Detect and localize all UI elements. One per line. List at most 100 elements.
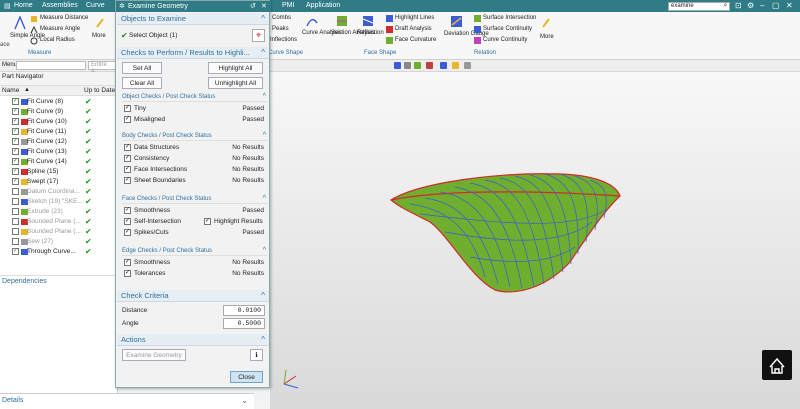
ribbon-face-curvature[interactable]: Face Curvature [395,37,436,43]
check-row[interactable]: ✓ Data Structures No Results [124,143,264,153]
visibility-checkbox[interactable] [12,208,19,215]
check-row[interactable]: ✓ Sheet Boundaries No Results [124,176,264,186]
navigator-row[interactable]: ✓ Fit Curve (12) ✔ [0,137,118,147]
navigator-row[interactable]: ✓ Fit Curve (14) ✔ [0,157,118,167]
toolbar-orient-icon[interactable] [440,62,447,69]
dependencies-pane[interactable]: Dependencies [0,275,118,287]
details-pane[interactable]: Details ⌄ [0,393,254,409]
check-checkbox[interactable]: ✓ [124,218,131,225]
home-view-button[interactable] [762,350,792,380]
check-checkbox[interactable]: ✓ [124,177,131,184]
check-checkbox[interactable]: ✓ [124,166,131,173]
help-icon[interactable]: ⊡ [735,1,742,10]
ribbon-deviation-gauge[interactable]: Deviation Gauge [444,31,489,37]
section-check-criteria[interactable]: Check Criteria ^ [117,290,269,302]
ribbon-surface-continuity[interactable]: Surface Continuity [483,26,532,32]
toolbar-display-icon[interactable] [426,62,433,69]
chevron-up-icon[interactable]: ^ [261,13,265,25]
check-row[interactable]: ✓ Tiny Passed [124,104,264,114]
chevron-up-icon[interactable]: ^ [261,334,265,346]
curve-analysis-icon[interactable] [306,15,318,27]
toolbar-render-icon[interactable] [414,62,421,69]
section-actions[interactable]: Actions ^ [117,334,269,346]
check-row[interactable]: ✓ Self-Intersection ✓ Highlight Results [124,217,264,227]
check-checkbox[interactable]: ✓ [124,270,131,277]
navigator-row[interactable]: ✓ Fit Curve (13) ✔ [0,147,118,157]
check-checkbox[interactable]: ✓ [124,229,131,236]
navigator-row[interactable]: Datum Coordina... ✔ [0,187,118,197]
ribbon-local-radius[interactable]: Local Radius [40,37,75,43]
toolbar-color-icon[interactable] [452,62,459,69]
check-checkbox[interactable]: ✓ [124,259,131,266]
check-checkbox[interactable]: ✓ [124,207,131,214]
sort-icon[interactable]: ▲ [24,87,30,93]
check-row[interactable]: ✓ Face Intersections No Results [124,165,264,175]
chevron-down-icon[interactable]: ⌄ [241,394,248,408]
ribbon-surface-intersection[interactable]: Surface Intersection [483,15,536,21]
navigator-row[interactable]: ✓ Fit Curve (10) ✔ [0,117,118,127]
column-name[interactable]: Name [2,87,19,94]
navigator-row[interactable]: ✓ Fit Curve (9) ✔ [0,107,118,117]
column-up-to-date[interactable]: Up to Date [84,87,115,94]
chevron-up-icon[interactable]: ^ [261,290,265,302]
ribbon-curve-continuity[interactable]: Curve Continuity [483,37,527,43]
section-analysis-icon[interactable] [336,15,348,27]
selection-filter-dropdown[interactable] [16,61,86,70]
visibility-checkbox[interactable]: ✓ [12,168,19,175]
ribbon-combs[interactable]: Combs [272,15,291,21]
check-row[interactable]: ✓ Smoothness No Results [124,258,264,268]
menu-item-home[interactable]: Home [14,2,33,9]
check-row[interactable]: ✓ Tolerances No Results [124,269,264,279]
ribbon-draft-analysis[interactable]: Draft Analysis [395,26,432,32]
face-checks-header[interactable]: Face Checks / Post Check Status ^ [122,194,267,204]
visibility-checkbox[interactable] [12,238,19,245]
scope-dropdown[interactable]: Entire A... [88,61,116,75]
crosshair-select-icon[interactable]: ⌖ [252,29,265,42]
search-icon[interactable]: ⌕ [721,2,730,11]
check-row[interactable]: ✓ Consistency No Results [124,154,264,164]
examine-geometry-button[interactable]: Examine Geometry [122,349,186,361]
navigator-row[interactable]: Sew (27) ✔ [0,237,118,247]
object-checks-header[interactable]: Object Checks / Post Check Status ^ [122,92,267,102]
body-checks-header[interactable]: Body Checks / Post Check Status ^ [122,131,267,141]
dialog-titlebar[interactable]: Examine Geometry ✲ ↺ ✕ [116,1,271,12]
ribbon-highlight-lines[interactable]: Highlight Lines [395,15,434,21]
select-object-row[interactable]: ✔ Select Object (1) ⌖ [121,29,266,44]
check-row[interactable]: ✓ Misaligned Passed [124,115,264,125]
more-relation-icon[interactable] [542,18,550,28]
menu-item-application[interactable]: Application [306,2,340,9]
menu-item-file-icon[interactable]: ▤ [4,2,11,10]
check-checkbox[interactable]: ✓ [124,116,131,123]
dialog-close-icon[interactable]: ✕ [261,1,267,12]
toolbar-view-icon[interactable] [394,62,401,69]
visibility-checkbox[interactable] [12,198,19,205]
minimize-icon[interactable]: – [760,1,764,10]
chevron-up-icon[interactable]: ^ [263,131,266,141]
visibility-checkbox[interactable]: ✓ [12,108,19,115]
set-all-button[interactable]: Set All [122,62,162,74]
restore-icon[interactable]: ▢ [772,1,780,10]
navigator-row[interactable]: ✓ Fit Curve (11) ✔ [0,127,118,137]
chevron-up-icon[interactable]: ^ [261,47,265,59]
more-icon[interactable] [96,18,104,28]
settings-icon[interactable]: ⚙ [747,1,754,10]
highlight-all-button[interactable]: Highlight All [208,62,263,74]
ribbon-measure-distance[interactable]: Measure Distance [40,15,88,21]
ribbon-peaks[interactable]: Peaks [272,26,289,32]
chevron-up-icon[interactable]: ^ [263,92,266,102]
ribbon-more-relation[interactable]: More [540,34,554,40]
chevron-up-icon[interactable]: ^ [263,194,266,204]
visibility-checkbox[interactable]: ✓ [12,138,19,145]
menu-dropdown[interactable]: Menu [2,62,17,68]
navigator-row[interactable]: Sketch (19) "SKE... ✔ [0,197,118,207]
navigator-row[interactable]: ✓ Swept (17) ✔ [0,177,118,187]
simple-angle-icon[interactable] [14,16,26,30]
menu-item-pmi[interactable]: PMI [282,2,294,9]
highlight-results-checkbox[interactable]: ✓ [204,218,211,225]
visibility-checkbox[interactable]: ✓ [12,118,19,125]
section-objects-to-examine[interactable]: Objects to Examine ^ [117,13,269,25]
visibility-checkbox[interactable]: ✓ [12,158,19,165]
navigator-row[interactable]: Bounded Plane (... ✔ [0,227,118,237]
clear-all-button[interactable]: Clear All [122,77,162,89]
visibility-checkbox[interactable] [12,218,19,225]
